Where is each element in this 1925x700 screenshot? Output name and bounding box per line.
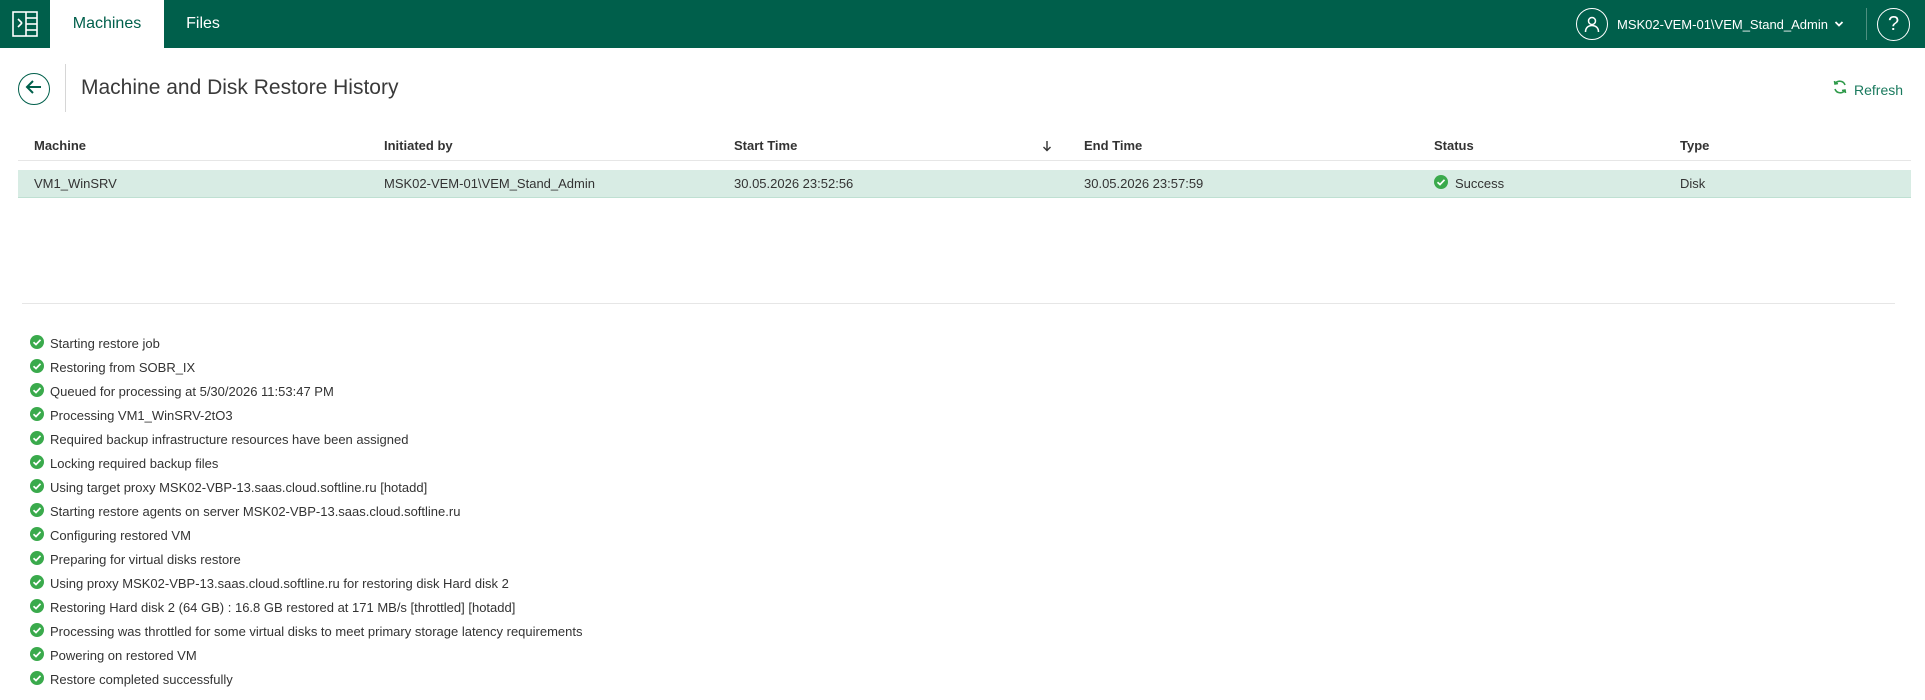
- arrow-down-icon[interactable]: [1042, 131, 1052, 161]
- log-entry-text: Locking required backup files: [50, 455, 219, 471]
- check-circle-icon: [30, 574, 50, 592]
- log-entry: Configuring restored VM: [30, 523, 583, 547]
- back-button[interactable]: [18, 73, 50, 105]
- log-entry: Powering on restored VM: [30, 643, 583, 667]
- cell-type: Disk: [1680, 176, 1706, 191]
- log-entry-text: Preparing for virtual disks restore: [50, 551, 241, 567]
- title-divider: [65, 64, 66, 112]
- check-circle-icon: [30, 526, 50, 544]
- log-entry-text: Restoring Hard disk 2 (64 GB) : 16.8 GB …: [50, 599, 516, 615]
- log-entry-text: Restore completed successfully: [50, 671, 233, 687]
- log-entry: Using proxy MSK02-VBP-13.saas.cloud.soft…: [30, 571, 583, 595]
- log-entry-text: Configuring restored VM: [50, 527, 191, 543]
- log-entry: Starting restore job: [30, 331, 583, 355]
- log-entry: Required backup infrastructure resources…: [30, 427, 583, 451]
- tab-files[interactable]: Files: [164, 0, 242, 48]
- tab-machines[interactable]: Machines: [50, 0, 164, 48]
- refresh-icon: [1832, 79, 1848, 100]
- refresh-button[interactable]: Refresh: [1832, 79, 1903, 100]
- log-entry: Starting restore agents on server MSK02-…: [30, 499, 583, 523]
- check-circle-icon: [30, 430, 50, 448]
- user-menu[interactable]: MSK02-VEM-01\VEM_Stand_Admin: [1576, 0, 1844, 48]
- log-entry: Locking required backup files: [30, 451, 583, 475]
- refresh-label: Refresh: [1854, 81, 1904, 98]
- column-header-initiated-by[interactable]: Initiated by: [384, 131, 453, 160]
- log-entry: Processing VM1_WinSRV-2tO3: [30, 403, 583, 427]
- log-entry-text: Processing VM1_WinSRV-2tO3: [50, 407, 233, 423]
- restore-log: Starting restore job Restoring from SOBR_…: [30, 331, 583, 691]
- arrow-left-icon: [24, 77, 44, 102]
- cell-start-time: 30.05.2026 23:52:56: [734, 176, 854, 191]
- check-circle-icon: [30, 670, 50, 688]
- check-circle-icon: [30, 334, 50, 352]
- log-entry-text: Restoring from SOBR_IX: [50, 359, 196, 375]
- log-entry-text: Using proxy MSK02-VBP-13.saas.cloud.soft…: [50, 575, 509, 591]
- check-circle-icon: [1434, 175, 1448, 192]
- check-circle-icon: [30, 598, 50, 616]
- check-circle-icon: [30, 358, 50, 376]
- page-title: Machine and Disk Restore History: [81, 76, 399, 99]
- help-icon[interactable]: ?: [1877, 8, 1910, 41]
- check-circle-icon: [30, 646, 50, 664]
- check-circle-icon: [30, 502, 50, 520]
- log-entry-text: Powering on restored VM: [50, 647, 197, 663]
- column-header-start-time[interactable]: Start Time: [734, 131, 797, 160]
- log-entry: Using target proxy MSK02-VBP-13.saas.clo…: [30, 475, 583, 499]
- log-entry: Restoring from SOBR_IX: [30, 355, 583, 379]
- cell-end-time: 30.05.2026 23:57:59: [1084, 176, 1204, 191]
- log-entry-text: Starting restore agents on server MSK02-…: [50, 503, 461, 519]
- log-entry-text: Using target proxy MSK02-VBP-13.saas.clo…: [50, 479, 428, 495]
- check-circle-icon: [30, 478, 50, 496]
- section-divider: [22, 303, 1895, 304]
- restore-history-table: Machine Initiated by Start Time End Time…: [18, 131, 1911, 198]
- log-entry: Restore completed successfully: [30, 667, 583, 691]
- cell-machine: VM1_WinSRV: [34, 176, 117, 191]
- top-navigation-bar: Machines Files MSK02-VEM-01\VEM_Stand_Ad…: [0, 0, 1925, 48]
- check-circle-icon: [30, 382, 50, 400]
- column-header-type[interactable]: Type: [1680, 131, 1709, 160]
- log-entry-text: Processing was throttled for some virtua…: [50, 623, 583, 639]
- table-row[interactable]: VM1_WinSRV MSK02-VEM-01\VEM_Stand_Admin …: [18, 170, 1911, 198]
- column-header-machine[interactable]: Machine: [34, 131, 86, 160]
- user-name: MSK02-VEM-01\VEM_Stand_Admin: [1617, 16, 1828, 32]
- table-header: Machine Initiated by Start Time End Time…: [18, 131, 1911, 161]
- chevron-down-icon: [1834, 20, 1844, 28]
- status-label: Success: [1455, 176, 1505, 191]
- user-icon: [1576, 8, 1608, 40]
- check-circle-icon: [30, 454, 50, 472]
- log-entry: Restoring Hard disk 2 (64 GB) : 16.8 GB …: [30, 595, 583, 619]
- column-header-status[interactable]: Status: [1434, 131, 1474, 160]
- log-entry: Processing was throttled for some virtua…: [30, 619, 583, 643]
- cell-initiated-by: MSK02-VEM-01\VEM_Stand_Admin: [384, 176, 595, 191]
- cell-status: Success: [1434, 170, 1504, 197]
- check-circle-icon: [30, 406, 50, 424]
- check-circle-icon: [30, 622, 50, 640]
- log-entry: Preparing for virtual disks restore: [30, 547, 583, 571]
- log-entry-text: Starting restore job: [50, 335, 160, 351]
- log-entry-text: Queued for processing at 5/30/2026 11:53…: [50, 383, 334, 399]
- column-header-end-time[interactable]: End Time: [1084, 131, 1142, 160]
- check-circle-icon: [30, 550, 50, 568]
- log-entry: Queued for processing at 5/30/2026 11:53…: [30, 379, 583, 403]
- log-entry-text: Required backup infrastructure resources…: [50, 431, 409, 447]
- topbar-divider: [1866, 8, 1867, 40]
- app-logo-icon[interactable]: [0, 0, 50, 48]
